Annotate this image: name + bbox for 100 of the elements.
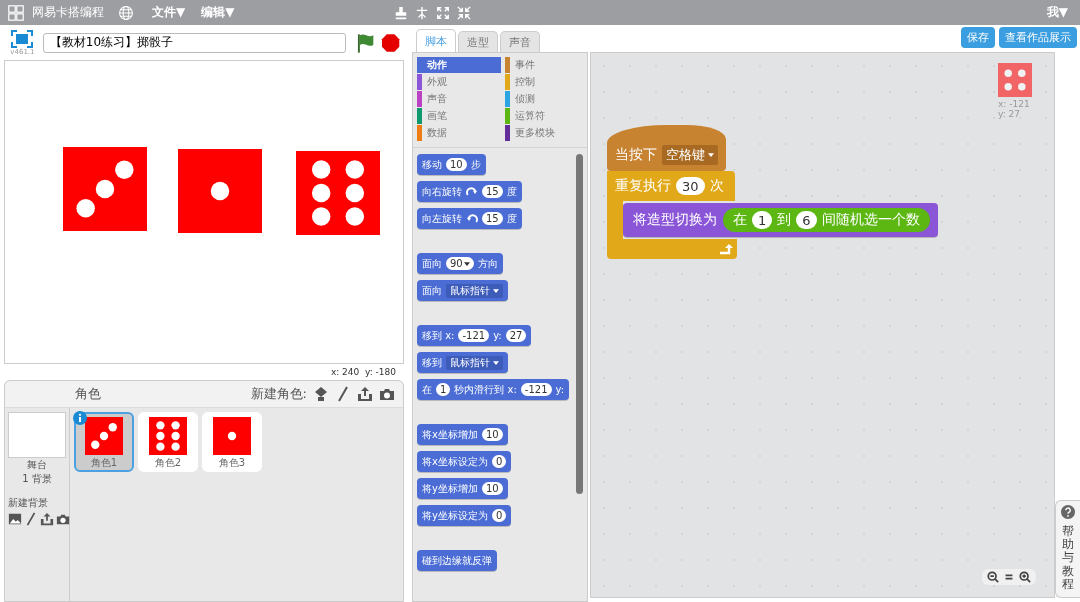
help-icon[interactable] <box>1061 505 1075 520</box>
sprite-x: x: -121 <box>998 99 1031 109</box>
camera-icon[interactable] <box>379 386 395 402</box>
stage-mode-icon[interactable] <box>11 29 34 48</box>
block-label: 到 <box>777 211 792 229</box>
sprite-name: 角色2 <box>154 456 182 470</box>
stamp-icon[interactable] <box>394 5 409 20</box>
block-label: y: <box>493 330 502 341</box>
flag-icon[interactable] <box>355 31 375 54</box>
number-input[interactable]: 1 <box>752 211 773 229</box>
repeat-block[interactable]: 重复执行 30 次 <box>607 171 735 201</box>
pencil-icon[interactable] <box>24 512 38 526</box>
code-block[interactable]: 移到 鼠标指针 <box>417 352 508 373</box>
expand-arrows-icon[interactable] <box>436 5 451 20</box>
dropdown-menu[interactable]: 鼠标指针 <box>446 355 503 370</box>
block-label: 移到 x: <box>422 328 455 343</box>
upload-icon[interactable] <box>357 386 373 402</box>
number-input[interactable]: 10 <box>481 482 503 495</box>
block-label: 面向 <box>422 283 442 298</box>
backdrop-count: 1 背景 <box>22 472 52 486</box>
category-button[interactable]: 画笔 <box>417 108 501 124</box>
code-block[interactable]: 将x坐标增加 10 <box>417 424 508 445</box>
sprite-tile[interactable]: 角色3 <box>202 412 262 472</box>
shrink-arrows-icon[interactable] <box>457 5 472 20</box>
number-input[interactable]: -121 <box>520 383 552 396</box>
stage-canvas[interactable] <box>4 60 404 364</box>
block-label: 移动 <box>422 157 442 172</box>
sprites-title: 角色 <box>75 385 101 403</box>
sprite-tile[interactable]: 角色2 <box>138 412 198 472</box>
new-backdrop-label: 新建背景 <box>8 496 48 510</box>
scrollbar[interactable] <box>576 154 583 494</box>
block-label: 在 <box>733 211 747 229</box>
editor-tab[interactable]: 声音 <box>500 31 540 52</box>
equals-icon[interactable] <box>1003 571 1015 583</box>
code-block[interactable]: 移动 10 步 <box>417 154 486 175</box>
number-input[interactable]: -121 <box>458 329 490 342</box>
sprite-name: 角色1 <box>90 456 118 470</box>
script-area[interactable]: x: -121 y: 27 当按下 空格键 重复执行 30 次 将造型切换为 在 1 到 6 间随机选一个数 <box>590 52 1055 598</box>
help-tab[interactable]: 帮助与教程 <box>1055 500 1080 598</box>
block-label: 重复执行 <box>615 177 671 195</box>
stage-coordinates: x: 240 y: -180 <box>330 367 396 377</box>
code-block[interactable]: 将造型切换为 在 1 到 6 间随机选一个数 <box>623 203 938 237</box>
code-block[interactable]: 在 1 秒内滑行到 x: -121 y: <box>417 379 570 400</box>
code-block[interactable]: 向左旋转 15 度 <box>417 208 522 229</box>
number-input[interactable]: 10 <box>481 428 503 441</box>
code-block[interactable]: 面向 鼠标指针 <box>417 280 508 301</box>
block-label: 在 <box>422 382 432 397</box>
number-input[interactable]: 10 <box>446 158 467 171</box>
globe-icon[interactable] <box>118 4 134 21</box>
character-icon[interactable] <box>313 386 329 402</box>
number-input[interactable]: 15 <box>482 185 503 198</box>
zoom-out-icon[interactable] <box>987 571 999 583</box>
landscape-icon[interactable] <box>8 512 22 526</box>
code-block[interactable]: 将x坐标设定为 0 <box>417 451 512 472</box>
code-block[interactable]: 移到 x: -121 y: 27 <box>417 325 532 346</box>
block-label: 将y坐标增加 <box>422 481 478 496</box>
info-icon[interactable] <box>73 411 87 425</box>
number-input[interactable]: 0 <box>491 455 507 468</box>
dropdown-arrow-icon[interactable] <box>493 360 499 365</box>
code-block[interactable]: 面向 90 方向 <box>417 253 503 274</box>
code-block[interactable]: 将y坐标增加 10 <box>417 478 508 499</box>
stage-thumbnail[interactable] <box>8 412 66 458</box>
zoom-in-icon[interactable] <box>1019 571 1031 583</box>
upload-icon[interactable] <box>40 512 54 526</box>
sprite-y: y: 27 <box>998 109 1022 119</box>
pencil-icon[interactable] <box>335 386 351 402</box>
number-input[interactable]: 30 <box>676 177 705 195</box>
editor-tab[interactable]: 造型 <box>458 31 498 52</box>
code-block[interactable]: 向右旋转 15 度 <box>417 181 522 202</box>
code-block[interactable]: 碰到边缘就反弹 <box>417 550 497 571</box>
number-input[interactable]: 1 <box>436 383 451 396</box>
category-button[interactable]: 声音 <box>417 91 501 107</box>
block-label: 碰到边缘就反弹 <box>422 553 492 568</box>
project-title-field[interactable]: 【教材10练习】掷骰子 <box>42 32 346 53</box>
number-dropdown[interactable]: 90 <box>446 257 474 270</box>
number-input[interactable]: 6 <box>796 211 817 229</box>
stop-icon[interactable] <box>380 32 400 53</box>
dropdown-arrow-icon[interactable] <box>493 288 499 293</box>
block-label: 向左旋转 <box>422 211 462 226</box>
block-label: 度 <box>506 211 517 226</box>
sprite-tile[interactable]: 角色1 <box>74 412 134 472</box>
block-label: 将x坐标设定为 <box>422 454 488 469</box>
category-button[interactable]: 数据 <box>417 125 501 141</box>
new-sprite-label: 新建角色: <box>250 385 307 403</box>
number-input[interactable]: 15 <box>482 212 503 225</box>
dropdown-arrow-icon[interactable] <box>463 261 470 266</box>
dropdown-menu[interactable]: 空格键 <box>662 145 718 165</box>
dropdown-menu[interactable]: 鼠标指针 <box>446 283 503 298</box>
block-label: y: <box>555 384 565 395</box>
help-label: 帮助与教程 <box>1062 525 1074 591</box>
hat-block[interactable]: 当按下 空格键 <box>607 125 726 171</box>
number-input[interactable]: 0 <box>491 509 507 522</box>
block-label: 将造型切换为 <box>633 211 717 229</box>
camera-icon[interactable] <box>56 512 70 526</box>
category-button[interactable]: 外观 <box>417 74 501 90</box>
block-label: 步 <box>470 157 481 172</box>
reporter-block[interactable]: 在 1 到 6 间随机选一个数 <box>723 208 930 232</box>
category-button[interactable]: 动作 <box>417 57 501 73</box>
number-input[interactable]: 27 <box>505 329 527 342</box>
code-block[interactable]: 将y坐标设定为 0 <box>417 505 512 526</box>
